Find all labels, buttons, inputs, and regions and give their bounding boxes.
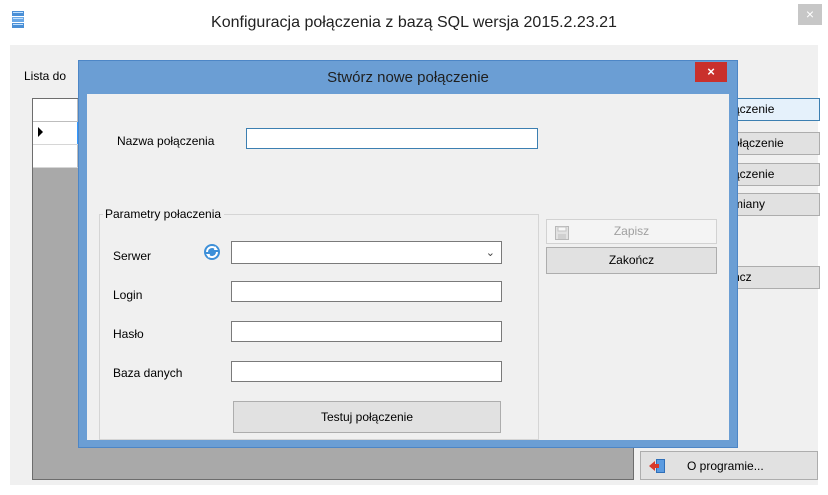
server-combobox[interactable]: ⌄ [231, 241, 502, 264]
main-titlebar: Konfiguracja połączenia z bazą SQL wersj… [0, 0, 828, 44]
exit-door-icon [649, 459, 665, 473]
dialog-title: Stwórz nowe połączenie [327, 69, 489, 86]
edit-connection-button[interactable]: ołączenie [728, 132, 820, 155]
new-connection-button[interactable]: ączenie [728, 98, 820, 121]
password-input[interactable] [231, 321, 502, 342]
password-label: Hasło [113, 327, 144, 341]
new-connection-dialog: Stwórz nowe połączenie × Nazwa połączeni… [78, 60, 738, 448]
floppy-disk-icon [555, 226, 569, 240]
save-changes-button[interactable]: miany [728, 193, 820, 216]
database-label: Baza danych [113, 366, 183, 380]
dialog-close-button[interactable]: × [695, 62, 727, 82]
main-close-button[interactable]: × [798, 4, 822, 25]
about-button[interactable]: O programie... [640, 451, 818, 480]
row-header[interactable] [33, 122, 78, 144]
test-connection-button[interactable]: Testuj połączenie [233, 401, 501, 433]
login-input[interactable] [231, 281, 502, 302]
exit-button[interactable]: ńcz [728, 266, 820, 289]
grid-corner-cell [33, 99, 78, 121]
about-button-label: O programie... [687, 459, 764, 473]
login-label: Login [113, 288, 143, 302]
chevron-down-icon[interactable]: ⌄ [486, 246, 495, 259]
current-row-arrow-icon [38, 127, 43, 137]
dialog-client-area: Nazwa połączenia Parametry połaczenia Se… [87, 94, 729, 440]
save-button[interactable]: Zapisz [546, 219, 717, 244]
connection-name-label: Nazwa połączenia [117, 134, 215, 148]
close-dialog-button[interactable]: Zakończ [546, 247, 717, 274]
delete-connection-button[interactable]: ączenie [728, 163, 820, 186]
database-input[interactable] [231, 361, 502, 382]
row-header[interactable] [33, 145, 78, 167]
connection-params-group-title: Parametry połaczenia [103, 207, 225, 221]
connections-list-label: Lista do [24, 69, 67, 83]
refresh-icon[interactable] [203, 243, 221, 261]
server-label: Serwer [113, 249, 152, 263]
save-button-label: Zapisz [613, 224, 650, 238]
connection-name-input[interactable] [246, 128, 538, 149]
window-title: Konfiguracja połączenia z bazą SQL wersj… [211, 14, 617, 31]
